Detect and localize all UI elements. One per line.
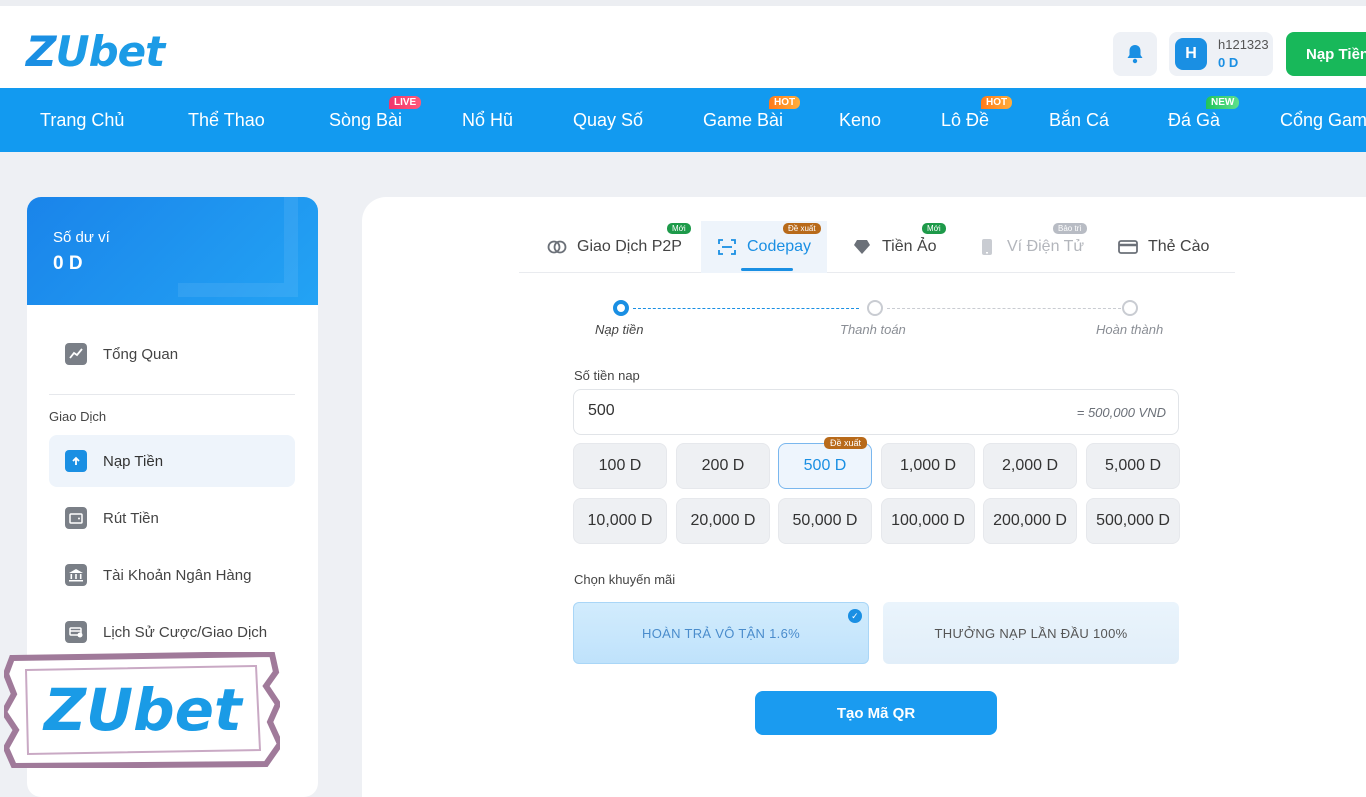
- nav-item-da-ga[interactable]: NEW Đá Gà: [1168, 96, 1240, 131]
- wallet-pattern: [178, 197, 298, 297]
- header-balance: 0 D: [1218, 55, 1239, 70]
- amount-chip[interactable]: 1,000 D: [881, 443, 975, 489]
- amount-chip[interactable]: 20,000 D: [676, 498, 770, 544]
- nav-item-ban-ca[interactable]: Bắn Cá: [1049, 110, 1109, 131]
- promo-option-first-deposit[interactable]: THƯỞNG NẠP LẦN ĐẦU 100%: [883, 602, 1179, 664]
- step-label: Nạp tiền: [595, 322, 644, 337]
- amount-chip[interactable]: 50,000 D: [778, 498, 872, 544]
- tab-e-wallet[interactable]: Ví Điện Tử Bảo trì: [977, 221, 1087, 273]
- amount-chip[interactable]: 200,000 D: [983, 498, 1077, 544]
- amount-converted: = 500,000 VND: [1076, 405, 1166, 420]
- amount-field[interactable]: = 500,000 VND: [573, 389, 1179, 435]
- nav-item-game-bai[interactable]: HOT Game Bài: [703, 96, 801, 131]
- nav-item-keno[interactable]: Keno: [839, 110, 881, 131]
- amount-chip[interactable]: 200 D: [676, 443, 770, 489]
- amount-label: Số tiền nap: [574, 368, 640, 383]
- step-dot-deposit: [613, 300, 629, 316]
- card-icon: [1118, 238, 1138, 256]
- top-header: ZUbet H h121323 0 D Nạp Tiền: [0, 0, 1366, 88]
- diamond-icon: [852, 238, 872, 256]
- nav-item-quay-so[interactable]: Quay Số: [573, 110, 643, 131]
- user-account[interactable]: H h121323 0 D: [1169, 32, 1273, 76]
- amount-chip[interactable]: 5,000 D: [1086, 443, 1180, 489]
- nav-item-the-thao[interactable]: Thể Thao: [188, 110, 265, 131]
- new-tag: Mới: [667, 223, 691, 234]
- deposit-icon: [65, 450, 87, 472]
- wallet-card: Số dư ví 0 D: [27, 197, 318, 305]
- promo-option-cashback[interactable]: HOÀN TRẢ VÔ TẬN 1.6% ✓: [573, 602, 869, 664]
- wallet-icon: [65, 507, 87, 529]
- recommended-tag: Đề xuất: [783, 223, 821, 234]
- sidebar-item-bank-account[interactable]: Tài Khoản Ngân Hàng: [49, 549, 295, 601]
- active-tab-underline: [741, 268, 793, 271]
- tab-p2p[interactable]: Giao Dịch P2P Mới: [547, 221, 691, 273]
- maintenance-tag: Bảo trì: [1053, 223, 1087, 234]
- amount-chip[interactable]: 100 D: [573, 443, 667, 489]
- nav-item-song-bai[interactable]: LIVE Sòng Bài: [329, 96, 422, 131]
- tab-crypto[interactable]: Tiền Ảo Mới: [852, 221, 946, 273]
- amount-input[interactable]: [588, 402, 888, 420]
- step-line: [633, 308, 859, 309]
- main-nav: Trang Chủ Thể Thao LIVE Sòng Bài Nổ Hũ Qu…: [0, 88, 1366, 152]
- chart-icon: [65, 343, 87, 365]
- amount-chip[interactable]: 100,000 D: [881, 498, 975, 544]
- amount-chip[interactable]: 10,000 D: [573, 498, 667, 544]
- step-label: Hoàn thành: [1096, 322, 1164, 337]
- new-tag: Mới: [922, 223, 946, 234]
- sidebar-group-label: Giao Dịch: [49, 409, 107, 424]
- wallet-label: Số dư ví: [53, 229, 110, 246]
- new-badge: NEW: [1206, 96, 1240, 109]
- step-dot-payment: [867, 300, 883, 316]
- tab-codepay[interactable]: Codepay Đề xuất: [701, 221, 828, 273]
- step-label: Thanh toán: [840, 322, 906, 337]
- deposit-steps: Nạp tiền Thanh toán Hoàn thành: [587, 297, 1167, 347]
- amount-chip[interactable]: 2,000 D: [983, 443, 1077, 489]
- wallet-amount: 0 D: [53, 253, 83, 274]
- card-history-icon: [65, 621, 87, 643]
- username: h121323: [1218, 37, 1269, 52]
- avatar: H: [1175, 38, 1207, 70]
- nav-item-cong-game[interactable]: Cổng Game: [1280, 110, 1366, 131]
- recommended-tag: Đề xuất: [823, 437, 867, 449]
- nav-item-trang-chu[interactable]: Trang Chủ: [40, 110, 124, 131]
- live-badge: LIVE: [389, 96, 422, 109]
- sidebar-divider: [49, 394, 295, 395]
- nav-item-no-hu[interactable]: Nổ Hũ: [462, 110, 513, 131]
- bell-icon: [1127, 45, 1143, 64]
- svg-text:ZUbet: ZUbet: [42, 676, 244, 744]
- deposit-panel: Giao Dịch P2P Mới Codepay Đề xuất Tiền Ả…: [362, 197, 1366, 797]
- payment-method-tabs: Giao Dịch P2P Mới Codepay Đề xuất Tiền Ả…: [519, 221, 1235, 273]
- sidebar-item-withdraw[interactable]: Rút Tiền: [49, 492, 295, 544]
- qr-scan-icon: [717, 238, 737, 256]
- step-line: [887, 308, 1121, 309]
- notification-bell-button[interactable]: [1113, 32, 1157, 76]
- sidebar-item-history[interactable]: Lịch Sử Cược/Giao Dịch: [49, 606, 295, 658]
- nav-item-lo-de[interactable]: HOT Lô Đề: [941, 96, 1013, 131]
- header-deposit-button[interactable]: Nạp Tiền: [1286, 32, 1366, 76]
- create-qr-button[interactable]: Tạo Mã QR: [755, 691, 997, 735]
- coins-icon: [547, 238, 567, 256]
- amount-chip-selected[interactable]: 500 D Đề xuất: [778, 437, 872, 489]
- sidebar-item-overview[interactable]: Tổng Quan: [49, 328, 295, 380]
- zubet-watermark-logo: ZUbet: [4, 652, 280, 768]
- check-icon: ✓: [848, 609, 862, 623]
- tab-scratch-card[interactable]: Thẻ Cào: [1118, 221, 1209, 273]
- promo-label: Chọn khuyến mãi: [574, 572, 676, 587]
- phone-icon: [977, 238, 997, 256]
- hot-badge: HOT: [769, 96, 801, 109]
- hot-badge: HOT: [981, 96, 1013, 109]
- zubet-logo[interactable]: ZUbet: [26, 28, 165, 76]
- step-dot-complete: [1122, 300, 1138, 316]
- bank-icon: [65, 564, 87, 586]
- sidebar-item-deposit[interactable]: Nạp Tiền: [49, 435, 295, 487]
- amount-chip[interactable]: 500,000 D: [1086, 498, 1180, 544]
